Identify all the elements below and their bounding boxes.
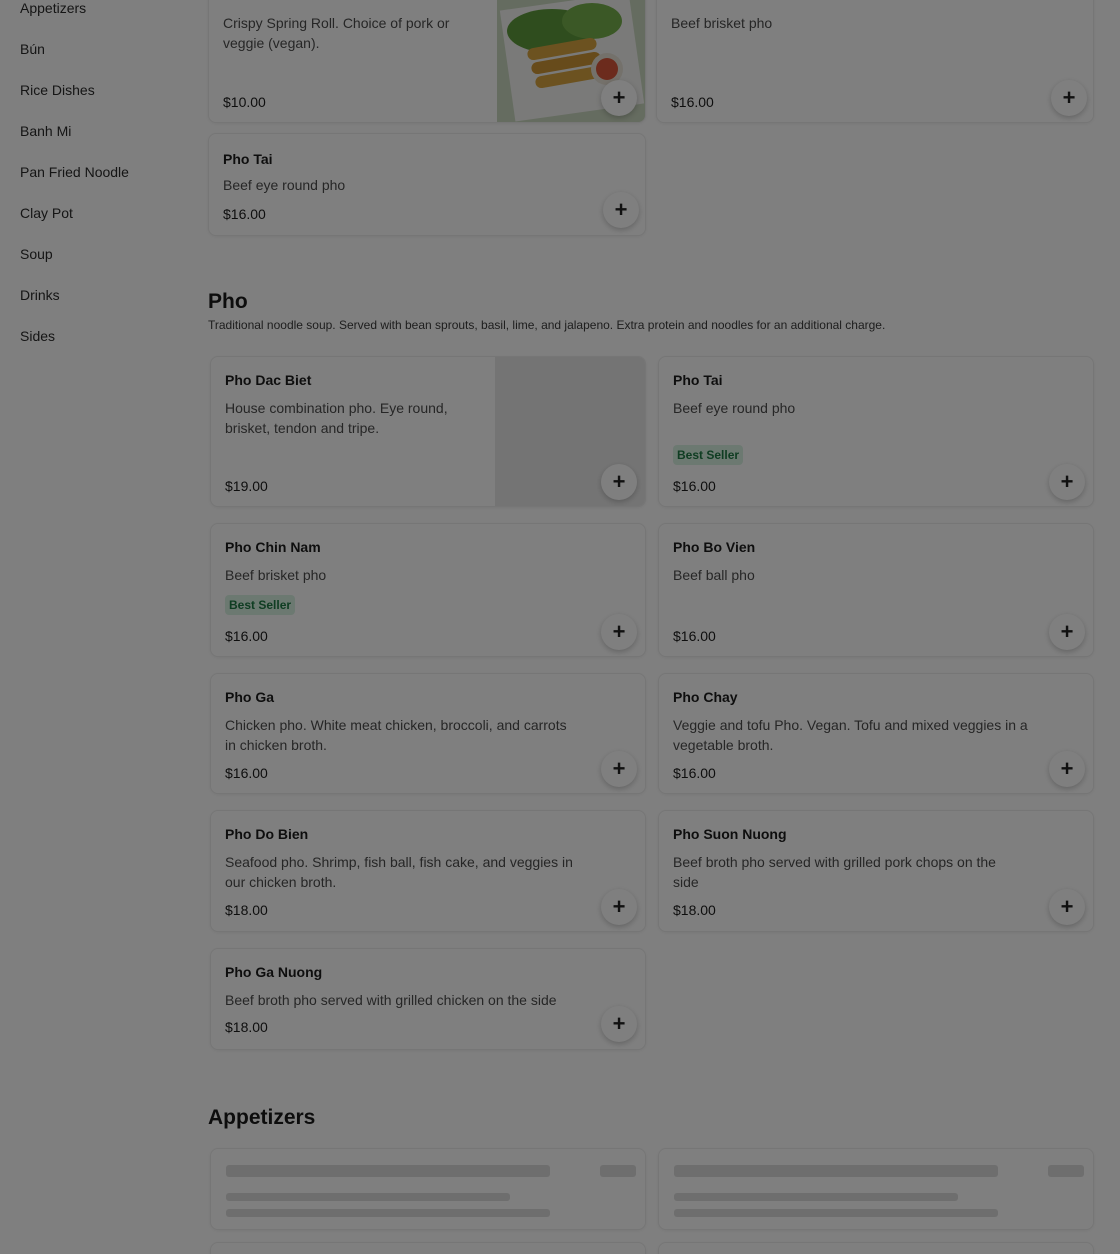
skeleton-line xyxy=(674,1193,958,1201)
add-to-cart-button[interactable]: + xyxy=(601,889,637,925)
menu-item-card[interactable]: Pho Tai Beef eye round pho Best Seller $… xyxy=(658,356,1094,507)
item-description: Beef eye round pho xyxy=(673,400,796,416)
item-description: Beef broth pho served with grilled pork … xyxy=(673,854,996,890)
menu-item-card[interactable]: Crispy Spring Roll. Choice of pork or ve… xyxy=(208,0,646,123)
skeleton-line xyxy=(226,1165,550,1177)
add-to-cart-button[interactable]: + xyxy=(601,1006,637,1042)
item-price: $16.00 xyxy=(225,628,268,644)
menu-item-card[interactable]: Pho Chay Veggie and tofu Pho. Vegan. Tof… xyxy=(658,673,1094,794)
sidebar-item-bun[interactable]: Bún xyxy=(20,41,45,57)
plus-icon: + xyxy=(1062,85,1076,110)
add-to-cart-button[interactable]: + xyxy=(1049,751,1085,787)
add-to-cart-button[interactable]: + xyxy=(1049,889,1085,925)
skeleton-line xyxy=(226,1193,510,1201)
plus-icon: + xyxy=(1060,619,1074,644)
item-description: Beef brisket pho xyxy=(225,567,327,583)
item-price: $18.00 xyxy=(673,902,716,918)
item-description: Beef ball pho xyxy=(673,567,755,583)
skeleton-line xyxy=(1048,1165,1084,1177)
add-to-cart-button[interactable]: + xyxy=(1051,80,1087,116)
best-seller-badge: Best Seller xyxy=(225,595,296,615)
item-name: Pho Tai xyxy=(673,372,723,388)
plus-icon: + xyxy=(612,469,626,494)
item-name: Pho Do Bien xyxy=(225,826,309,842)
plus-icon: + xyxy=(612,1011,626,1036)
menu-item-card[interactable]: Pho Ga Chicken pho. White meat chicken, … xyxy=(210,673,646,794)
item-name: Pho Chin Nam xyxy=(225,539,321,555)
item-description: Veggie and tofu Pho. Vegan. Tofu and mix… xyxy=(673,717,1028,753)
menu-item-card[interactable]: Pho Chin Nam Beef brisket pho Best Selle… xyxy=(210,523,646,657)
add-to-cart-button[interactable]: + xyxy=(601,80,637,116)
menu-item-card[interactable]: Pho Ga Nuong Beef broth pho served with … xyxy=(210,948,646,1050)
plus-icon: + xyxy=(1060,894,1074,919)
sidebar-item-sides[interactable]: Sides xyxy=(20,328,55,344)
item-price: $16.00 xyxy=(673,478,716,494)
skeleton-line xyxy=(674,1209,998,1217)
item-name: Pho Ga Nuong xyxy=(225,964,323,980)
item-description: Beef broth pho served with grilled chick… xyxy=(225,992,557,1008)
item-price: $18.00 xyxy=(225,902,268,918)
skeleton-line xyxy=(226,1209,550,1217)
item-price: $16.00 xyxy=(671,94,714,110)
item-price: $18.00 xyxy=(225,1019,268,1035)
menu-item-card[interactable]: Pho Dac Biet House combination pho. Eye … xyxy=(210,356,646,507)
item-price: $16.00 xyxy=(223,206,266,222)
sidebar-item-appetizers[interactable]: Appetizers xyxy=(20,0,86,16)
plus-icon: + xyxy=(612,619,626,644)
plus-icon: + xyxy=(612,85,626,110)
item-price: $19.00 xyxy=(225,478,268,494)
sidebar-item-rice-dishes[interactable]: Rice Dishes xyxy=(20,82,95,98)
plus-icon: + xyxy=(612,756,626,781)
menu-item-card[interactable]: Pho Bo Vien Beef ball pho $16.00 + xyxy=(658,523,1094,657)
item-description: Chicken pho. White meat chicken, broccol… xyxy=(225,717,567,753)
loading-card-skeleton xyxy=(658,1242,1094,1254)
skeleton-line xyxy=(674,1165,998,1177)
menu-item-card[interactable]: Pho Tai Beef eye round pho $16.00 + xyxy=(208,133,646,236)
add-to-cart-button[interactable]: + xyxy=(1049,614,1085,650)
item-price: $16.00 xyxy=(673,628,716,644)
plus-icon: + xyxy=(614,197,628,222)
item-description: Crispy Spring Roll. Choice of pork or ve… xyxy=(223,15,450,51)
menu-item-card[interactable]: Pho Do Bien Seafood pho. Shrimp, fish ba… xyxy=(210,810,646,932)
section-title-pho: Pho xyxy=(208,290,248,313)
sidebar-item-drinks[interactable]: Drinks xyxy=(20,287,60,303)
skeleton-line xyxy=(600,1165,636,1177)
add-to-cart-button[interactable]: + xyxy=(601,614,637,650)
add-to-cart-button[interactable]: + xyxy=(601,751,637,787)
loading-card-skeleton xyxy=(210,1242,646,1254)
add-to-cart-button[interactable]: + xyxy=(601,464,637,500)
menu-item-card[interactable]: Beef brisket pho $16.00 + xyxy=(656,0,1094,123)
item-description: Beef eye round pho xyxy=(223,177,346,193)
item-name: Pho Suon Nuong xyxy=(673,826,787,842)
best-seller-badge: Best Seller xyxy=(673,445,744,465)
plus-icon: + xyxy=(1060,756,1074,781)
menu-page: Appetizers Bún Rice Dishes Banh Mi Pan F… xyxy=(0,0,1120,1254)
item-name: Pho Bo Vien xyxy=(673,539,756,555)
sidebar-item-banh-mi[interactable]: Banh Mi xyxy=(20,123,71,139)
item-name: Pho Chay xyxy=(673,689,738,705)
item-name: Pho Ga xyxy=(225,689,275,705)
sidebar-item-pan-fried-noodle[interactable]: Pan Fried Noodle xyxy=(20,164,129,180)
item-price: $16.00 xyxy=(673,765,716,781)
plus-icon: + xyxy=(1060,469,1074,494)
item-description: Seafood pho. Shrimp, fish ball, fish cak… xyxy=(225,854,573,890)
item-price: $16.00 xyxy=(225,765,268,781)
section-subtitle-pho: Traditional noodle soup. Served with bea… xyxy=(208,318,886,332)
item-description: Beef brisket pho xyxy=(671,15,773,31)
section-title-appetizers: Appetizers xyxy=(208,1106,316,1129)
add-to-cart-button[interactable]: + xyxy=(603,192,639,228)
item-description: House combination pho. Eye round, briske… xyxy=(225,400,448,436)
sidebar-item-soup[interactable]: Soup xyxy=(20,246,53,262)
loading-card-skeleton xyxy=(658,1148,1094,1230)
item-name: Pho Dac Biet xyxy=(225,372,312,388)
item-price: $10.00 xyxy=(223,94,266,110)
sidebar-item-clay-pot[interactable]: Clay Pot xyxy=(20,205,73,221)
add-to-cart-button[interactable]: + xyxy=(1049,464,1085,500)
plus-icon: + xyxy=(612,894,626,919)
menu-item-card[interactable]: Pho Suon Nuong Beef broth pho served wit… xyxy=(658,810,1094,932)
item-name: Pho Tai xyxy=(223,151,273,167)
loading-card-skeleton xyxy=(210,1148,646,1230)
